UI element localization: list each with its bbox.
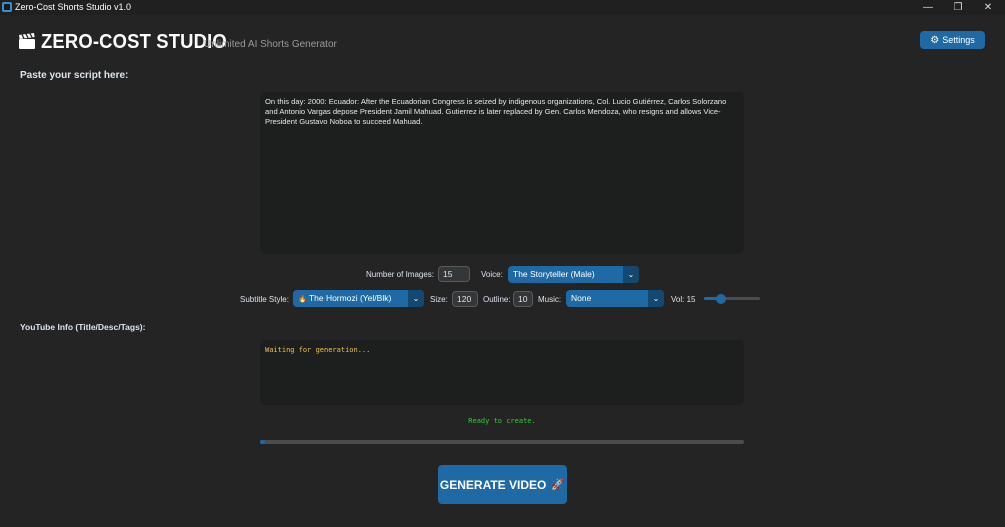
chevron-down-icon: ⌄ bbox=[408, 290, 424, 307]
music-value: None bbox=[571, 293, 592, 303]
outline-label: Outline: bbox=[483, 295, 511, 304]
volume-slider[interactable] bbox=[704, 293, 760, 304]
restore-button[interactable]: ❐ bbox=[943, 0, 973, 15]
music-select[interactable]: None ⌄ bbox=[566, 290, 664, 307]
subtitle-style-value: The Hormozi (Yel/Blk) bbox=[308, 293, 392, 303]
script-label: Paste your script here: bbox=[20, 70, 129, 81]
subtitle-style-select[interactable]: 🔥 The Hormozi (Yel/Blk) ⌄ bbox=[293, 290, 424, 307]
outline-input[interactable]: 10 bbox=[513, 291, 533, 307]
app-brand-title: ZERO-COST STUDIO bbox=[41, 31, 227, 53]
window-titlebar: Zero-Cost Shorts Studio v1.0 — ❐ ✕ bbox=[0, 0, 1005, 15]
settings-label: Settings bbox=[942, 35, 975, 45]
subtitle-style-label: Subtitle Style: bbox=[240, 295, 289, 304]
num-images-input[interactable]: 15 bbox=[438, 266, 470, 282]
youtube-info-textbox[interactable]: Waiting for generation... bbox=[260, 340, 744, 405]
rocket-icon: 🚀 bbox=[551, 479, 566, 491]
chevron-down-icon: ⌄ bbox=[648, 290, 664, 307]
status-text: Ready to create. bbox=[468, 417, 536, 425]
app-icon bbox=[2, 2, 12, 12]
num-images-label: Number of Images: bbox=[366, 270, 435, 279]
fire-icon: 🔥 bbox=[298, 296, 307, 303]
close-button[interactable]: ✕ bbox=[973, 0, 1003, 15]
volume-label: Vol: 15 bbox=[671, 295, 696, 304]
music-label: Music: bbox=[538, 295, 562, 304]
voice-value: The Storyteller (Male) bbox=[513, 269, 595, 279]
size-label: Size: bbox=[430, 295, 448, 304]
script-textbox[interactable]: On this day: 2000: Ecuador: After the Ec… bbox=[260, 92, 744, 254]
volume-slider-handle[interactable] bbox=[715, 293, 726, 304]
app-tagline: Unlimited AI Shorts Generator bbox=[204, 39, 337, 50]
minimize-button[interactable]: — bbox=[913, 0, 943, 15]
youtube-info-label: YouTube Info (Title/Desc/Tags): bbox=[20, 322, 146, 332]
voice-select[interactable]: The Storyteller (Male) ⌄ bbox=[508, 266, 639, 283]
window-title: Zero-Cost Shorts Studio v1.0 bbox=[15, 2, 132, 12]
generate-video-button[interactable]: GENERATE VIDEO 🚀 bbox=[438, 465, 567, 504]
gear-icon: ⚙ bbox=[930, 34, 940, 46]
clapperboard-icon bbox=[19, 33, 35, 49]
generate-video-label: GENERATE VIDEO bbox=[439, 477, 547, 492]
chevron-down-icon: ⌄ bbox=[623, 266, 639, 283]
settings-button[interactable]: ⚙ Settings bbox=[920, 31, 985, 49]
progress-bar-fill bbox=[260, 440, 265, 444]
voice-label: Voice: bbox=[481, 270, 503, 279]
progress-bar bbox=[260, 440, 744, 444]
size-input[interactable]: 120 bbox=[452, 291, 478, 307]
